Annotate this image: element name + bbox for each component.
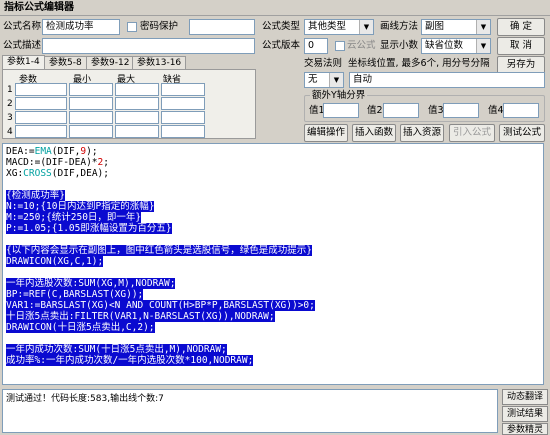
param-default-input[interactable] xyxy=(161,83,205,96)
extra-axis-label: 额外Y轴分界 xyxy=(310,88,368,104)
code-line-selected: M:=250;{统计250日，即一年} xyxy=(6,212,142,223)
coord-input[interactable]: 自动 xyxy=(349,72,545,88)
desc-label: 公式描述 xyxy=(3,40,42,51)
password-input[interactable] xyxy=(189,19,255,35)
code-line-3: XG:CROSS(DIF,DEA); xyxy=(6,168,109,179)
chevron-down-icon: ▼ xyxy=(359,20,373,34)
draw-select-value: 副图 xyxy=(425,21,445,32)
val1-input[interactable] xyxy=(323,103,359,118)
decimal-select[interactable]: 缺省位数 ▼ xyxy=(421,38,491,54)
type-select[interactable]: 其他类型 ▼ xyxy=(304,19,374,35)
param-max-input[interactable] xyxy=(115,83,159,96)
param-wizard-button[interactable]: 参数精灵 xyxy=(502,423,548,435)
type-select-value: 其他类型 xyxy=(308,21,347,32)
password-checkbox[interactable] xyxy=(127,22,137,32)
param-row: 1 xyxy=(3,83,257,97)
param-row: 3 xyxy=(3,111,257,125)
param-row: 2 xyxy=(3,97,257,111)
param-row: 4 xyxy=(3,125,257,139)
param-row-number: 1 xyxy=(7,85,13,95)
code-line-1: DEA:=EMA(DIF,9); xyxy=(6,146,98,157)
code-line-selected: 成功率%:一年内成功次数/一年内选股次数*100,NODRAW; xyxy=(6,355,254,366)
dyn-translate-button[interactable]: 动态翻译 xyxy=(502,389,548,405)
param-min-input[interactable] xyxy=(69,111,113,124)
desc-input[interactable] xyxy=(42,38,255,54)
chevron-down-icon: ▼ xyxy=(476,20,490,34)
val3-label: 值3 xyxy=(428,105,444,116)
param-min-input[interactable] xyxy=(69,125,113,138)
code-line-selected: VAR1:=BARSLAST(XG)<N AND COUNT(H>BP*P,BA… xyxy=(6,300,315,311)
chevron-down-icon: ▼ xyxy=(329,73,343,87)
code-line-selected: {以下内容会显示在副图上，图中红色箭头是选股信号，绿色是成功提示} xyxy=(6,245,312,256)
code-line-selected: P:=1.05;{1.05即涨幅设置为百分五} xyxy=(6,223,172,234)
cloud-label: 云公式 xyxy=(347,40,376,51)
ok-button[interactable]: 确 定 xyxy=(497,18,545,36)
trade-label: 交易法则 xyxy=(304,58,343,69)
val2-input[interactable] xyxy=(383,103,419,118)
trade-select-value: 无 xyxy=(308,74,318,85)
test-formula-button[interactable]: 测试公式 xyxy=(499,124,545,142)
edit-op-button[interactable]: 编辑操作 xyxy=(304,124,348,142)
type-label: 公式类型 xyxy=(262,21,301,32)
param-row-number: 3 xyxy=(7,113,13,123)
name-label: 公式名称 xyxy=(3,21,42,32)
cloud-checkbox[interactable] xyxy=(335,41,345,51)
param-name-input[interactable] xyxy=(15,111,67,124)
import-formula-button[interactable]: 引入公式 xyxy=(449,124,495,142)
code-line-selected: BP:=REF(C,BARSLAST(XG)); xyxy=(6,289,144,300)
param-max-input[interactable] xyxy=(115,111,159,124)
param-default-input[interactable] xyxy=(161,125,205,138)
param-panel: 参数 最小 最大 缺省 1 2 3 4 xyxy=(2,69,256,139)
val4-input[interactable] xyxy=(503,103,539,118)
param-default-input[interactable] xyxy=(161,97,205,110)
param-row-number: 4 xyxy=(7,127,13,137)
val3-input[interactable] xyxy=(443,103,479,118)
tab-params-1-4[interactable]: 参数1-4 xyxy=(2,55,45,70)
param-name-input[interactable] xyxy=(15,125,67,138)
param-name-input[interactable] xyxy=(15,83,67,96)
param-max-input[interactable] xyxy=(115,125,159,138)
draw-label: 画线方法 xyxy=(380,21,419,32)
val2-label: 值2 xyxy=(367,105,383,116)
code-line-selected: DRAWICON(XG,C,1); xyxy=(6,256,104,267)
insert-res-button[interactable]: 插入资源 xyxy=(400,124,444,142)
name-input[interactable]: 检测成功率 xyxy=(42,19,120,35)
code-line-selected: DRAWICON(十日涨5点卖出,C,2); xyxy=(6,322,155,333)
cancel-button[interactable]: 取 消 xyxy=(497,37,545,55)
password-label: 密码保护 xyxy=(140,21,179,32)
trade-select[interactable]: 无 ▼ xyxy=(304,72,344,88)
code-line-selected: 一年内选股次数:SUM(XG,M),NODRAW; xyxy=(6,278,176,289)
chevron-down-icon: ▼ xyxy=(476,39,490,53)
version-input[interactable]: 0 xyxy=(304,38,328,54)
val4-label: 值4 xyxy=(488,105,504,116)
tab-params-5-8[interactable]: 参数5-8 xyxy=(44,56,87,70)
status-message: 测试通过！代码长度:583,输出线个数:7 xyxy=(2,389,498,433)
code-line-selected: 十日涨5点卖出:FILTER(VAR1,N-BARSLAST(XG)),NODR… xyxy=(6,311,275,322)
window-title: 指标公式编辑器 xyxy=(0,0,550,16)
code-line-selected: 一年内成功次数:SUM(十日涨5点卖出,M),NODRAW; xyxy=(6,344,227,355)
code-line-2: MACD:=(DIF-DEA)*2; xyxy=(6,157,109,168)
param-default-input[interactable] xyxy=(161,111,205,124)
decimal-select-value: 缺省位数 xyxy=(425,40,464,51)
param-name-input[interactable] xyxy=(15,97,67,110)
param-max-input[interactable] xyxy=(115,97,159,110)
version-label: 公式版本 xyxy=(262,40,301,51)
coord-label: 坐标线位置, 最多6个, 用分号分隔 xyxy=(348,58,490,69)
code-line-selected: N:=10;{10日内达到P指定的涨幅} xyxy=(6,201,155,212)
draw-select[interactable]: 副图 ▼ xyxy=(421,19,491,35)
insert-func-button[interactable]: 插入函数 xyxy=(352,124,396,142)
tab-params-9-12[interactable]: 参数9-12 xyxy=(86,56,135,70)
test-result-button[interactable]: 测试结果 xyxy=(502,406,548,422)
param-min-input[interactable] xyxy=(69,83,113,96)
param-row-number: 2 xyxy=(7,99,13,109)
tab-params-13-16[interactable]: 参数13-16 xyxy=(132,56,187,70)
code-editor[interactable]: DEA:=EMA(DIF,9); MACD:=(DIF-DEA)*2; XG:C… xyxy=(2,143,544,385)
param-min-input[interactable] xyxy=(69,97,113,110)
code-line-selected: {检测成功率} xyxy=(6,190,65,201)
param-tabs: 参数1-4 参数5-8 参数9-12 参数13-16 xyxy=(2,55,256,70)
decimal-label: 显示小数 xyxy=(380,40,419,51)
